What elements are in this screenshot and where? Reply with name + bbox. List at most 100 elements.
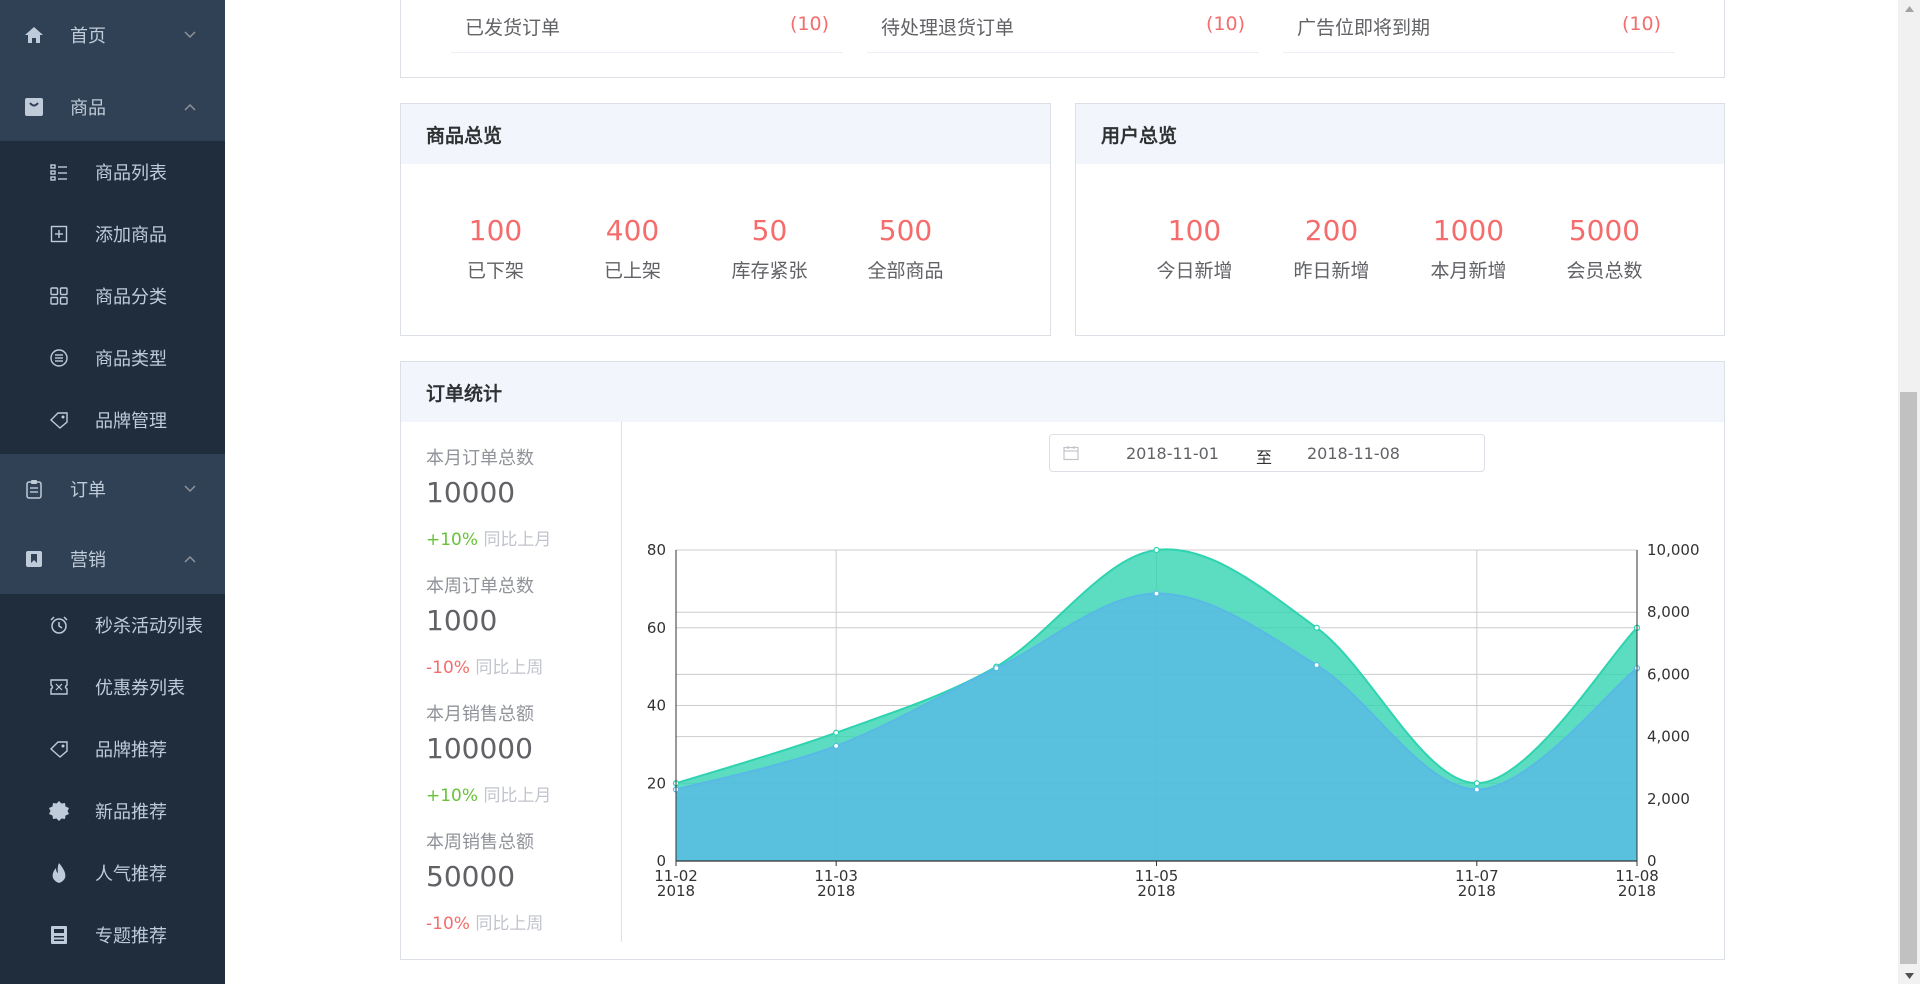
menu-marketing-label: 营销 xyxy=(70,550,106,571)
sidebar-item-label: 人气推荐 xyxy=(95,864,167,885)
sidebar: 首页 商品 商品列表 添加商品 商品分类 商品类型 品牌管理 订单 营销 秒杀活… xyxy=(0,0,225,984)
sidebar-item-product-category[interactable]: 商品分类 xyxy=(0,265,225,327)
coupon-icon xyxy=(48,676,70,698)
page-scrollbar[interactable] xyxy=(1898,0,1920,984)
stat-label: 会员总数 xyxy=(1566,260,1643,282)
todo-label: 已发货订单 xyxy=(465,17,561,39)
main-content: 已发货订单 (10) 待处理退货订单 (10) 广告位即将到期 (10) 商品总… xyxy=(225,0,1898,984)
stat-label: 库存紧张 xyxy=(731,260,808,282)
y-left-tick-label: 40 xyxy=(647,697,666,715)
user-overview-card: 用户总览 100 今日新增 200 昨日新增 1000 本月新增 5000 会员… xyxy=(1075,103,1725,336)
chevron-down-icon xyxy=(184,31,196,39)
todo-count: (10) xyxy=(1205,13,1245,35)
sidebar-item-label: 商品类型 xyxy=(95,349,167,370)
scroll-down-arrow-icon[interactable] xyxy=(1898,967,1920,984)
todo-count: (10) xyxy=(789,13,829,35)
sidebar-item-label: 商品分类 xyxy=(95,287,167,308)
series-2-point xyxy=(1473,786,1480,793)
user-stat: 200 昨日新增 xyxy=(1263,214,1400,283)
y-left-tick-label: 80 xyxy=(647,541,666,559)
x-tick-label-year: 2018 xyxy=(817,882,855,900)
scroll-thumb[interactable] xyxy=(1900,392,1917,964)
list-icon xyxy=(48,161,70,183)
sidebar-item-label: 品牌管理 xyxy=(95,411,167,432)
stat-label: 全部商品 xyxy=(867,260,944,282)
stat-value: 50 xyxy=(751,214,788,247)
home-icon xyxy=(23,24,45,46)
stat-label: 本月新增 xyxy=(1430,260,1507,282)
stat-value: 200 xyxy=(1304,214,1359,247)
sidebar-item-label: 新品推荐 xyxy=(95,802,167,823)
marketing-submenu: 秒杀活动列表 优惠券列表 品牌推荐 新品推荐 人气推荐 专题推荐 xyxy=(0,594,225,984)
menu-product[interactable]: 商品 xyxy=(0,72,225,142)
sidebar-item-hot-recommend[interactable]: 人气推荐 xyxy=(0,842,225,904)
y-right-tick-label: 8,000 xyxy=(1647,603,1690,621)
sidebar-item-topic-recommend[interactable]: 专题推荐 xyxy=(0,904,225,966)
calculator-icon xyxy=(48,924,70,946)
stat-label: 已下架 xyxy=(466,260,524,282)
stat-value: 500 xyxy=(878,214,933,247)
user-stat: 5000 会员总数 xyxy=(1536,214,1673,283)
alarm-clock-icon xyxy=(48,614,70,636)
series-2-point xyxy=(1313,661,1320,669)
todo-item[interactable]: 待处理退货订单 (10) xyxy=(867,1,1259,53)
product-stat: 500 全部商品 xyxy=(837,214,974,283)
todo-card: 已发货订单 (10) 待处理退货订单 (10) 广告位即将到期 (10) xyxy=(400,0,1725,78)
menu-order-label: 订单 xyxy=(70,480,106,501)
sidebar-item-brand-recommend[interactable]: 品牌推荐 xyxy=(0,718,225,780)
series-1-point xyxy=(1473,780,1480,787)
bag-icon xyxy=(23,96,45,118)
y-right-tick-label: 6,000 xyxy=(1647,665,1690,683)
tag-icon xyxy=(48,409,70,431)
grid-icon xyxy=(48,285,70,307)
circle-list-icon xyxy=(48,347,70,369)
stat-label: 今日新增 xyxy=(1156,260,1233,282)
y-left-tick-label: 20 xyxy=(647,774,666,792)
series-2-point xyxy=(993,665,1000,672)
order-stats-card: 订单统计 本月订单总数 10000 +10% 同比上月 本周订单总数 1000 … xyxy=(400,361,1725,960)
sidebar-item-label: 品牌推荐 xyxy=(95,740,167,761)
menu-marketing[interactable]: 营销 xyxy=(0,524,225,594)
menu-order[interactable]: 订单 xyxy=(0,454,225,524)
stat-value: 400 xyxy=(605,214,660,247)
new-badge-icon xyxy=(48,800,70,822)
todo-item[interactable]: 已发货订单 (10) xyxy=(451,1,843,53)
sidebar-item-new-recommend[interactable]: 新品推荐 xyxy=(0,780,225,842)
sidebar-item-flash-sale[interactable]: 秒杀活动列表 xyxy=(0,594,225,656)
menu-product-label: 商品 xyxy=(70,98,106,119)
sidebar-item-add-product[interactable]: 添加商品 xyxy=(0,203,225,265)
x-tick-label-year: 2018 xyxy=(1458,882,1496,900)
todo-label: 待处理退货订单 xyxy=(881,17,1015,39)
product-submenu: 商品列表 添加商品 商品分类 商品类型 品牌管理 xyxy=(0,141,225,454)
scroll-up-arrow-icon[interactable] xyxy=(1898,0,1920,17)
product-overview-title: 商品总览 xyxy=(401,104,1050,164)
stat-value: 100 xyxy=(468,214,523,247)
stat-value: 1000 xyxy=(1432,214,1505,247)
series-1-point xyxy=(833,729,840,736)
stat-value: 5000 xyxy=(1568,214,1641,247)
product-stat: 400 已上架 xyxy=(564,214,701,283)
todo-label: 广告位即将到期 xyxy=(1297,17,1431,39)
y-left-tick-label: 60 xyxy=(647,619,666,637)
chevron-up-icon xyxy=(184,103,196,111)
sidebar-item-brand-manage[interactable]: 品牌管理 xyxy=(0,389,225,451)
series-2-point xyxy=(1153,590,1160,597)
y-right-tick-label: 4,000 xyxy=(1647,728,1690,746)
order-chart: 02040608002,0004,0006,0008,00010,00011-0… xyxy=(647,541,1700,900)
sidebar-item-product-type[interactable]: 商品类型 xyxy=(0,327,225,389)
sidebar-item-product-list[interactable]: 商品列表 xyxy=(0,141,225,203)
stat-label: 已上架 xyxy=(603,260,661,282)
sidebar-item-label: 专题推荐 xyxy=(95,926,167,947)
chevron-down-icon xyxy=(184,485,196,493)
y-right-tick-label: 2,000 xyxy=(1647,790,1690,808)
series-2-area xyxy=(676,593,1637,861)
user-overview-title: 用户总览 xyxy=(1076,104,1724,164)
todo-item[interactable]: 广告位即将到期 (10) xyxy=(1283,1,1675,53)
product-stat: 50 库存紧张 xyxy=(701,214,838,283)
series-1-point xyxy=(1153,546,1160,554)
series-1-point xyxy=(1313,624,1320,631)
sidebar-item-coupon[interactable]: 优惠券列表 xyxy=(0,656,225,718)
x-tick-label-year: 2018 xyxy=(1137,882,1175,900)
sidebar-item-label: 商品列表 xyxy=(95,163,167,184)
menu-home[interactable]: 首页 xyxy=(0,0,225,70)
